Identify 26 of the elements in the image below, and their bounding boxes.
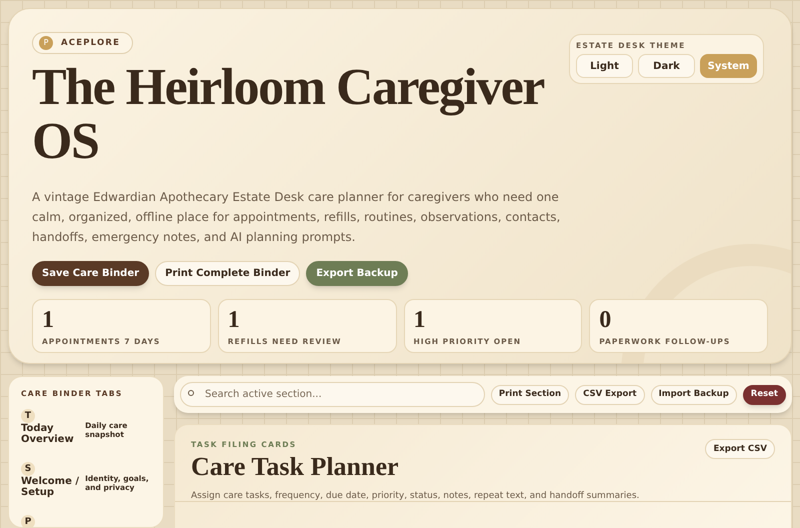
toolbar-button[interactable]: Import Backup (650, 384, 737, 404)
stat-value: 1 (42, 308, 55, 332)
theme-option[interactable]: Dark (638, 54, 695, 78)
tab-label[interactable]: Welcome / Setup (21, 476, 84, 498)
toolbar-button[interactable]: Reset (742, 384, 786, 404)
stat-value: 1 (414, 308, 426, 332)
tab-initial-icon: S (21, 462, 35, 476)
toolbar-button[interactable]: Print Section (490, 384, 570, 404)
brand-name: ACEPLORE (61, 36, 120, 50)
section-description: Assign care tasks, frequency, due date, priority, status, notes, repeat text, and handoff summaries. (191, 490, 640, 504)
theme-option[interactable]: Light (576, 54, 633, 78)
page-title: The Heirloom Caregiver OS (32, 61, 544, 170)
tab-initial-icon: P (21, 515, 35, 527)
action-button[interactable]: Save Care Binder (32, 261, 150, 286)
tab-initial-icon: T (21, 409, 35, 424)
tab-label[interactable]: Today Overview (21, 423, 84, 446)
section-title: Care Task Planner (191, 452, 399, 482)
brand-icon: P (39, 36, 53, 50)
export-csv-button[interactable]: Export CSV (705, 439, 775, 459)
action-button[interactable]: Print Complete Binder (155, 261, 300, 286)
stat-value: 1 (228, 308, 241, 332)
toolbar-button[interactable]: CSV Export (575, 384, 645, 404)
action-button[interactable]: Export Backup (306, 261, 408, 286)
description: A vintage Edwardian Apothecary Estate Desk care planner for caregivers who need one calm, organized, offline place for appointments, refills, routines, observations, contacts, handoffs, emergency notes, and AI planning prompts. (32, 189, 562, 246)
search-field[interactable]: Search active section... (180, 382, 485, 407)
stat-value: 0 (599, 308, 612, 332)
